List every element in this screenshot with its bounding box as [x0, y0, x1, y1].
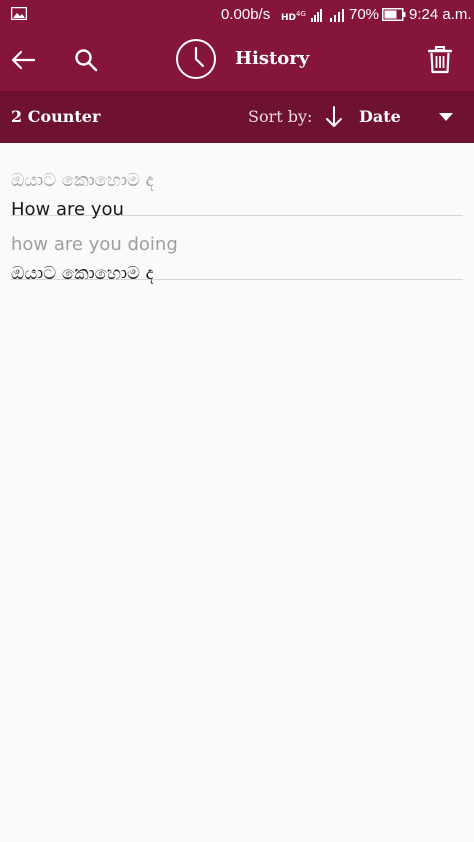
history-counter: 2 Counter — [11, 107, 101, 126]
svg-text:HD: HD — [281, 13, 296, 22]
history-clock-icon — [176, 39, 216, 79]
status-bar: 0.00b/s HD 4G 70% 9:24 a.m. — [0, 0, 474, 30]
trash-icon[interactable] — [428, 46, 452, 74]
sort-bar: 2 Counter Sort by: Date — [0, 91, 474, 143]
network-speed: 0.00b/s — [221, 6, 271, 23]
back-arrow-icon[interactable] — [10, 48, 36, 72]
sort-direction-icon[interactable] — [324, 105, 344, 129]
search-icon[interactable] — [73, 47, 99, 73]
battery-icon — [382, 8, 406, 21]
page-title: History — [235, 48, 310, 69]
source-text: ඔයාට කොහොම ද — [11, 170, 154, 191]
gallery-notification-icon — [11, 7, 27, 20]
sort-by-label: Sort by: — [248, 107, 313, 126]
hd-4g-signal-icon: HD 4G — [281, 9, 322, 22]
history-item[interactable]: ඔයාට කොහොම ද How are you — [11, 152, 463, 220]
history-item[interactable]: how are you doing ඔයාට කොහොම ද — [11, 216, 463, 284]
translated-text: ඔයාට කොහොම ද — [11, 263, 154, 284]
svg-text:4G: 4G — [296, 10, 306, 18]
signal-icon — [330, 9, 344, 22]
battery-percent: 70% — [349, 6, 380, 23]
source-text: how are you doing — [11, 234, 178, 255]
status-time: 9:24 a.m. — [409, 6, 472, 23]
sort-value[interactable]: Date — [359, 107, 401, 126]
dropdown-caret-icon[interactable] — [437, 112, 455, 122]
